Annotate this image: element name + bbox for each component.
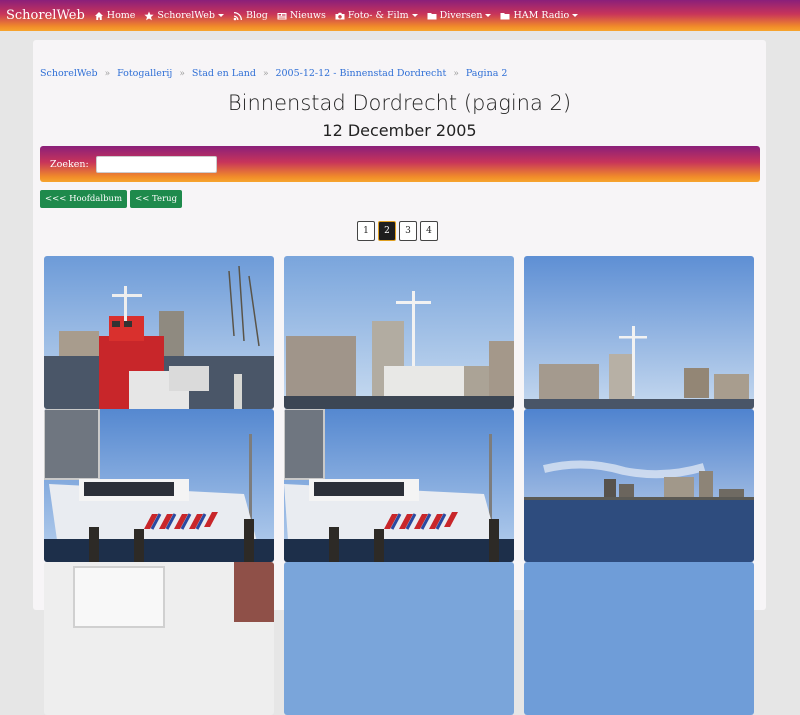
photo-thumbnail[interactable] — [284, 562, 514, 715]
photo-thumbnail[interactable] — [524, 562, 754, 715]
nav-home-label: Home — [106, 10, 136, 21]
camera-icon — [335, 12, 345, 19]
chevron-down-icon — [411, 14, 418, 17]
mast-riverside-photo — [524, 256, 754, 409]
search-label: Zoeken: — [50, 158, 89, 170]
red-pilot-boat-photo — [44, 256, 274, 409]
police-boat-photo — [284, 409, 514, 562]
main-album-button[interactable]: <<< Hoofdalbum — [40, 190, 128, 208]
star-icon — [144, 11, 155, 20]
nav-ham-radio-dropdown[interactable]: HAM Radio — [500, 10, 579, 21]
photo-thumbnail[interactable] — [284, 409, 514, 562]
nav-foto-film-dropdown[interactable]: Foto- & Film — [335, 10, 418, 21]
breadcrumb-separator: » — [262, 68, 269, 79]
photo-thumbnail[interactable] — [524, 409, 754, 562]
photo-thumbnail[interactable] — [44, 409, 274, 562]
sky-photo — [284, 562, 514, 715]
search-bar: Zoeken: — [40, 146, 760, 182]
breadcrumb-separator: » — [453, 68, 459, 79]
breadcrumb: SchorelWeb » Fotogallerij » Stad en Land… — [40, 68, 507, 79]
page-subtitle: 12 December 2005 — [322, 121, 477, 140]
nav-schorelweb-dropdown[interactable]: SchorelWeb — [144, 10, 224, 21]
folder-icon — [427, 12, 437, 19]
nav-nieuws-label: Nieuws — [289, 10, 326, 21]
page-link-1[interactable]: 1 — [357, 221, 375, 241]
page-link-2-active[interactable]: 2 — [378, 221, 396, 241]
chevron-down-icon — [217, 14, 224, 17]
album-nav-buttons: <<< Hoofdalbum << Terug — [40, 190, 185, 208]
page-title: Binnenstad Dordrecht (pagina 2) — [227, 91, 572, 115]
ship-mast-flats-photo — [284, 256, 514, 409]
photo-thumbnail[interactable] — [44, 562, 274, 715]
page-link-4[interactable]: 4 — [420, 221, 438, 241]
chevron-down-icon — [485, 14, 492, 17]
content-card: SchorelWeb » Fotogallerij » Stad en Land… — [33, 40, 766, 715]
breadcrumb-separator: » — [179, 68, 185, 79]
photo-thumbnail[interactable] — [284, 256, 514, 409]
breadcrumb-separator: » — [104, 68, 111, 79]
snowy-street-photo — [44, 562, 274, 715]
river-skyline-photo — [524, 409, 754, 562]
nav-foto-film-label: Foto- & Film — [347, 10, 409, 21]
top-navbar: SchorelWeb Home SchorelWeb Blog Nieuws F… — [0, 0, 800, 31]
breadcrumb-schorelweb[interactable]: SchorelWeb — [40, 68, 98, 79]
photo-thumbnail[interactable] — [44, 256, 274, 409]
chevron-down-icon — [572, 14, 579, 17]
nav-diversen-dropdown[interactable]: Diversen — [427, 10, 492, 21]
home-icon — [94, 11, 103, 20]
sky-photo — [524, 562, 754, 715]
breadcrumb-album[interactable]: 2005-12-12 - Binnenstad Dordrecht — [275, 68, 446, 79]
nav-blog-label: Blog — [245, 10, 268, 21]
breadcrumb-current-page[interactable]: Pagina 2 — [466, 68, 508, 79]
nav-home[interactable]: Home — [94, 10, 136, 21]
folder-icon — [500, 12, 510, 19]
brand-link[interactable]: SchorelWeb — [6, 8, 85, 23]
breadcrumb-fotogallerij[interactable]: Fotogallerij — [117, 68, 172, 79]
pagination: 1 2 3 4 — [357, 221, 441, 241]
nav-diversen-label: Diversen — [439, 10, 483, 21]
nav-nieuws[interactable]: Nieuws — [277, 10, 326, 21]
nav-blog[interactable]: Blog — [233, 10, 268, 21]
search-input[interactable] — [95, 155, 217, 173]
nav-schorelweb-label: SchorelWeb — [157, 10, 215, 21]
photo-thumbnail[interactable] — [524, 256, 754, 409]
newspaper-icon — [277, 12, 287, 19]
nav-ham-radio-label: HAM Radio — [513, 10, 570, 21]
back-button[interactable]: << Terug — [130, 190, 183, 208]
breadcrumb-stad-en-land[interactable]: Stad en Land — [192, 68, 256, 79]
rss-icon — [233, 11, 242, 20]
police-boat-photo — [44, 409, 274, 562]
page-link-3[interactable]: 3 — [399, 221, 417, 241]
